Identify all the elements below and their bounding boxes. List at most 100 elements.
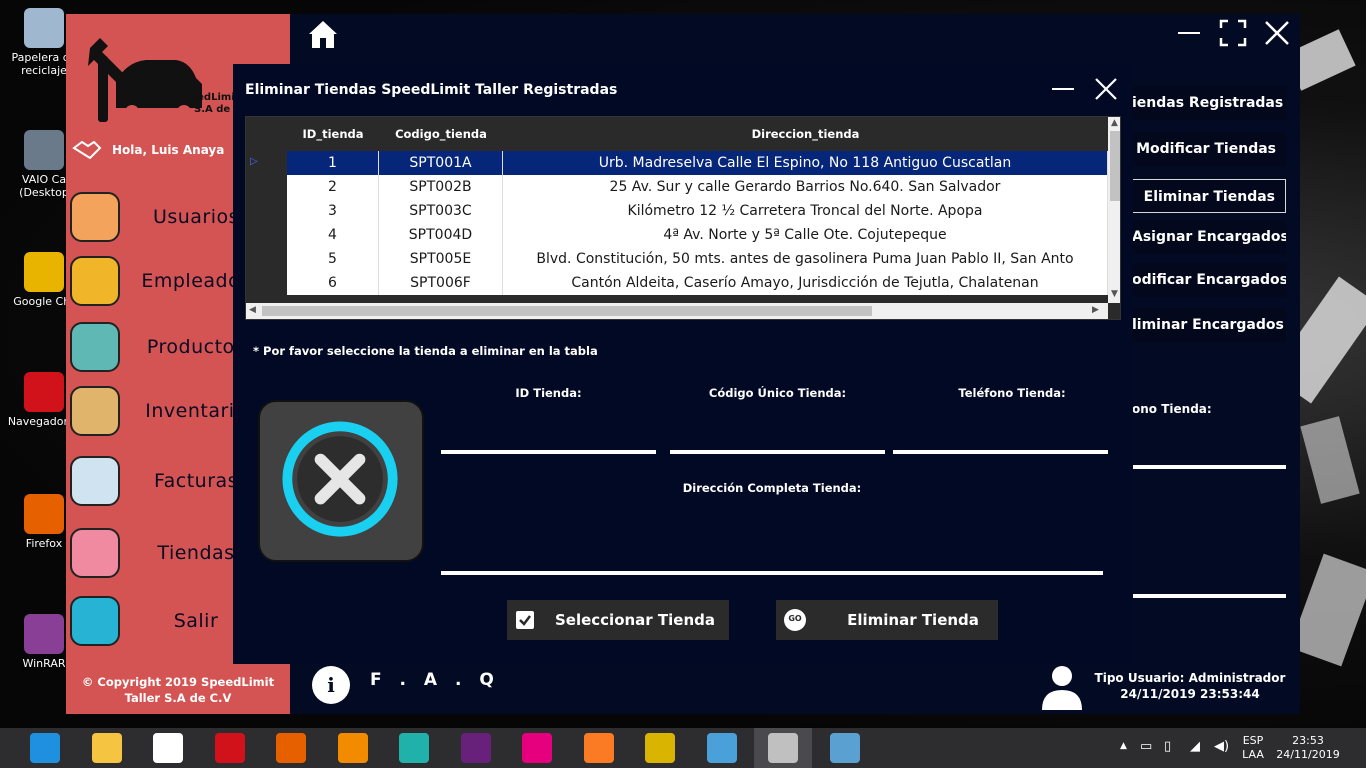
taskbar-connection[interactable] [754,728,812,768]
table-cell[interactable]: SPT006F [379,271,503,295]
address-field-label: Dirección Completa Tienda: [682,481,862,495]
table-cell[interactable]: 5 [287,247,379,271]
table-row[interactable]: 5 SPT005E Blvd. Constitución, 50 mts. ante… [246,247,1108,271]
table-cell[interactable]: 2 [287,175,379,199]
table-cell[interactable]: SPT004D [379,223,503,247]
phone-field[interactable] [893,450,1108,454]
taskbar-sublime-text[interactable] [324,728,382,768]
clock-time: 23:53 [1292,734,1324,747]
table-cell[interactable]: 1 [287,151,379,175]
table-cell[interactable]: SPT001A [379,151,503,175]
user-icon [1042,666,1082,710]
table-cell[interactable]: SPT003C [379,199,503,223]
code-field[interactable] [670,450,885,454]
menu-button-2[interactable]: Eliminar Tiendas [1132,179,1286,213]
signal-icon[interactable]: ◢ [1190,739,1200,754]
table-cell[interactable]: SPT005E [379,247,503,271]
table-cell[interactable]: Urb. Madreselva Calle El Espino, No 118 … [503,151,1108,175]
xampp-icon [583,733,614,763]
table-row[interactable]: 6 SPT006F Cantón Aldeita, Caserío Amayo, J… [246,271,1108,295]
table-row[interactable]: 4 SPT004D 4ª Av. Norte y 5ª Calle Ote. Coj… [246,223,1108,247]
dialog-close-icon[interactable] [1093,76,1119,102]
row-header[interactable] [246,271,287,295]
table-cell[interactable]: Blvd. Constitución, 50 mts. antes de gas… [503,247,1108,271]
delete-store-button[interactable]: GO Eliminar Tienda [776,600,998,640]
row-header[interactable] [246,247,287,271]
table-cell[interactable]: 4 [287,223,379,247]
vertical-scrollbar[interactable]: ▲ ▼ [1108,117,1120,303]
info-icon[interactable]: i [312,666,350,704]
keyboard-icon[interactable]: ▭ [1140,739,1152,754]
firefox-icon [24,494,64,534]
menu-button-4[interactable]: odificar Encargados [1132,263,1286,297]
logo-text-1: SpeedLimit [176,92,240,103]
employee-badge-icon [70,256,120,306]
row-header[interactable] [246,223,287,247]
row-header[interactable]: ▷ [246,151,287,175]
taskbar-visual-studio[interactable] [447,728,505,768]
menu-button-1[interactable]: Modificar Tiendas [1132,132,1286,166]
table-cell[interactable]: 3 [287,199,379,223]
table-cell[interactable]: Kilómetro 12 ½ Carretera Troncal del Nor… [503,199,1108,223]
delete-store-label: Eliminar Tienda [847,611,979,629]
menu-button-3[interactable]: Asignar Encargados [1132,220,1286,254]
column-header[interactable]: Codigo_tienda [379,127,503,141]
taskbar-wampserver[interactable] [508,728,566,768]
logo-icon: SpeedLimit S.A de C [88,38,241,122]
vaio-care-icon [24,130,64,170]
handshake-icon [72,140,102,160]
home-icon[interactable] [306,18,340,50]
menu-button-5[interactable]: liminar Encargados [1132,308,1286,342]
table-cell[interactable]: 25 Av. Sur y calle Gerardo Barrios No.64… [503,175,1108,199]
taskbar-tools[interactable] [631,728,689,768]
taskbar-chrome[interactable] [139,728,197,768]
column-header[interactable]: ID_tienda [287,127,379,141]
table-row[interactable]: 3 SPT003C Kilómetro 12 ½ Carretera Troncal… [246,199,1108,223]
minimize-icon[interactable] [1174,18,1204,48]
dialog-minimize-icon[interactable] [1051,76,1075,100]
row-header[interactable] [246,175,287,199]
table-cell[interactable]: 4ª Av. Norte y 5ª Calle Ote. Cojutepeque [503,223,1108,247]
select-store-button[interactable]: Seleccionar Tienda [507,600,729,640]
copyright: © Copyright 2019 SpeedLimit Taller S.A d… [81,675,275,705]
taskbar-opera[interactable] [201,728,259,768]
table-cell[interactable]: Cantón Aldeita, Caserío Amayo, Jurisdicc… [503,271,1108,295]
menu-button-0[interactable]: iendas Registradas [1132,86,1286,120]
taskbar-virtualbox[interactable] [693,728,751,768]
column-header[interactable]: Direccion_tienda [503,127,1108,141]
table-row[interactable]: 2 SPT002B 25 Av. Sur y calle Gerardo Barri… [246,175,1108,199]
scroll-right-icon[interactable]: ▶ [1092,305,1099,315]
table-row[interactable]: ▷ 1 SPT001A Urb. Madreselva Calle El Espino… [246,151,1108,175]
scroll-down-icon[interactable]: ▼ [1111,289,1118,299]
taskbar-firefox[interactable] [262,728,320,768]
maximize-icon[interactable] [1218,18,1248,48]
taskbar-paint[interactable] [816,728,874,768]
taskbar-file-explorer[interactable] [78,728,136,768]
clock[interactable]: 23:53 24/11/2019 [1268,734,1348,762]
taskbar-ie[interactable] [16,728,74,768]
address-field[interactable] [441,571,1103,575]
id-field[interactable] [441,450,656,454]
volume-icon[interactable]: ◀) [1214,739,1229,754]
chrome-icon [24,252,64,292]
scroll-up-icon[interactable]: ▲ [1111,118,1118,128]
selection-hint: * Por favor seleccione la tienda a elimi… [253,344,598,358]
row-header[interactable] [246,199,287,223]
close-icon[interactable] [1262,18,1292,48]
language-indicator[interactable]: ESP LAA [1238,734,1268,762]
ie-icon [30,733,60,763]
scroll-thumb[interactable] [1110,131,1120,201]
network-icon[interactable]: ▯ [1164,739,1171,754]
stores-table[interactable]: ID_tienda Codigo_tienda Direccion_tienda… [245,116,1121,320]
taskbar-xampp[interactable] [570,728,628,768]
table-cell[interactable]: SPT002B [379,175,503,199]
taskbar-cmder[interactable] [385,728,443,768]
chevron-up-icon[interactable]: ▲ [1120,741,1127,751]
scroll-thumb[interactable] [262,306,872,316]
keyboard-layout: LAA [1242,748,1264,761]
scroll-left-icon[interactable]: ◀ [249,305,256,315]
table-cell[interactable]: 6 [287,271,379,295]
horizontal-scrollbar[interactable]: ◀ ▶ [246,303,1108,319]
faq-link[interactable]: F . A . Q [370,670,500,690]
select-store-label: Seleccionar Tienda [554,611,716,629]
